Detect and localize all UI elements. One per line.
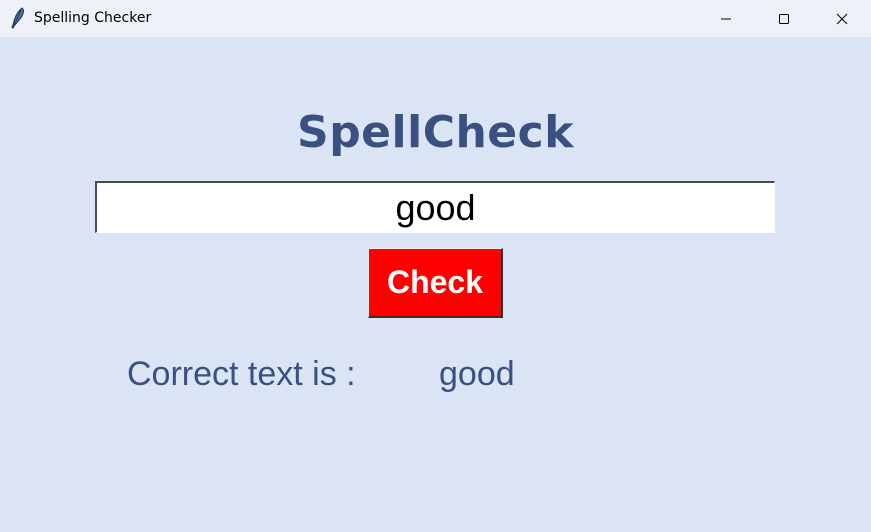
word-input[interactable] xyxy=(95,181,775,233)
close-icon xyxy=(836,13,848,24)
app-heading: SpellCheck xyxy=(297,107,574,158)
check-button[interactable]: Check xyxy=(368,248,503,318)
window-title: Spelling Checker xyxy=(34,10,152,26)
app-window-body: SpellCheck Check Correct text is : good xyxy=(0,37,871,532)
corrected-text: good xyxy=(439,355,515,393)
result-label: Correct text is : xyxy=(127,355,356,393)
feather-icon xyxy=(11,7,24,29)
close-button[interactable] xyxy=(813,0,871,37)
maximize-icon xyxy=(779,13,789,24)
minimize-button[interactable] xyxy=(697,0,755,37)
minimize-icon xyxy=(721,18,731,19)
title-bar[interactable]: Spelling Checker xyxy=(0,0,871,37)
maximize-button[interactable] xyxy=(755,0,813,37)
